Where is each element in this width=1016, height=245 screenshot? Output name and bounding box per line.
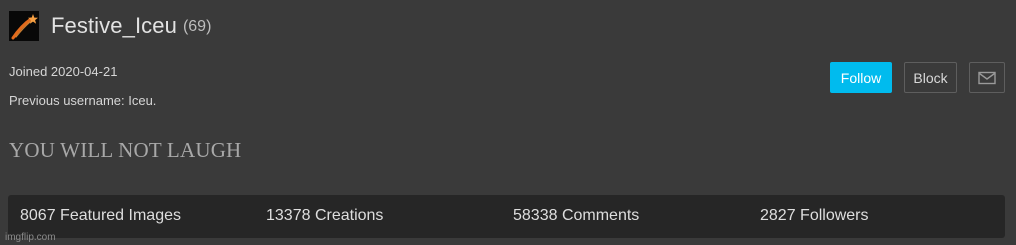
profile-header: Festive_Iceu (69): [9, 11, 211, 41]
message-button[interactable]: [969, 62, 1005, 93]
user-points: (69): [182, 18, 212, 35]
watermark: imgflip.com: [5, 232, 56, 243]
shooting-star-icon[interactable]: [9, 11, 39, 41]
envelope-icon: [978, 71, 996, 84]
stat-creations[interactable]: 13378 Creations: [266, 207, 383, 225]
stat-comments[interactable]: 58338 Comments: [513, 207, 639, 225]
profile-actions: Follow Block: [830, 62, 1005, 93]
follow-button[interactable]: Follow: [830, 62, 892, 93]
stat-featured-images[interactable]: 8067 Featured Images: [20, 207, 181, 225]
stat-followers[interactable]: 2827 Followers: [760, 207, 869, 225]
joined-date: Joined 2020-04-21: [9, 64, 118, 79]
previous-username: Previous username: Iceu.: [9, 93, 157, 108]
username: Festive_Iceu: [51, 13, 177, 38]
profile-tagline: YOU WILL NOT LAUGH: [9, 138, 242, 162]
stats-bar: 8067 Featured Images 13378 Creations 583…: [8, 195, 1005, 238]
block-button[interactable]: Block: [904, 62, 957, 93]
